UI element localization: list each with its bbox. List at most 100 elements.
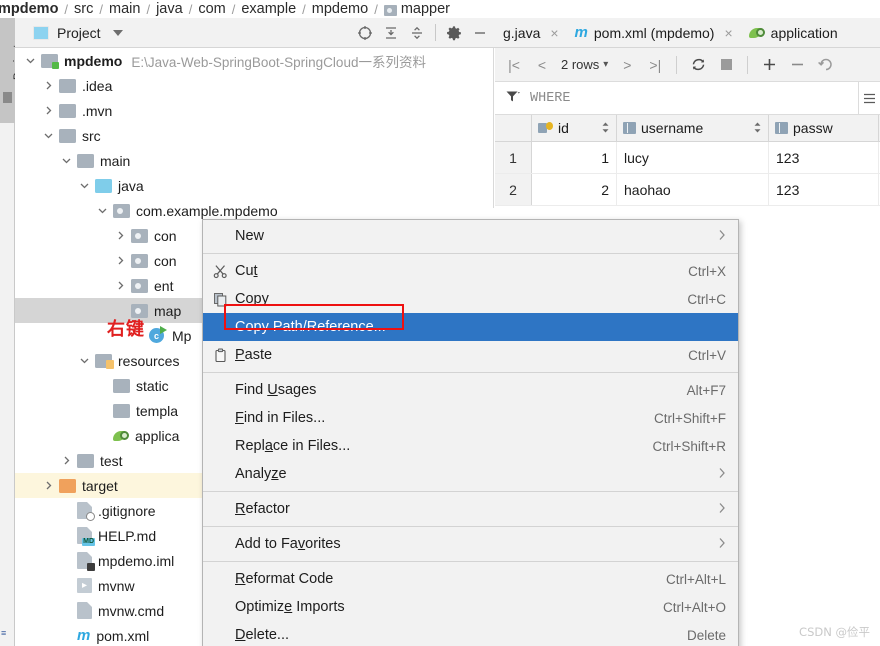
menu-item[interactable]: Copy Ctrl+C [203, 285, 738, 313]
table-cell[interactable]: 123 [769, 174, 879, 205]
menu-item[interactable]: Paste Ctrl+V [203, 341, 738, 369]
chevron-down-icon[interactable] [59, 148, 73, 173]
chevron-down-icon[interactable] [77, 173, 91, 198]
project-icon [33, 25, 49, 40]
breadcrumb-item-label: mpdemo [311, 1, 369, 17]
breadcrumb-separator: / [188, 1, 193, 17]
close-icon[interactable]: × [724, 25, 732, 41]
tree-node[interactable]: .mvn [15, 98, 495, 123]
hide-panel-icon[interactable] [467, 20, 493, 46]
table-cell[interactable]: 1 [532, 142, 617, 173]
expand-all-icon[interactable] [378, 20, 404, 46]
grid-body[interactable]: 1 1 lucy 123 2 2 haohao 123 [495, 142, 880, 206]
refresh-icon[interactable] [685, 52, 711, 78]
menu-item[interactable]: Delete... Delete [203, 621, 738, 646]
annotation-right-click: 右键 [107, 319, 145, 340]
chevron-right-icon [718, 536, 726, 552]
list-options-icon[interactable] [858, 82, 880, 114]
revert-icon[interactable] [812, 52, 838, 78]
editor-tab[interactable]: m pom.xml (mpdemo) × [567, 18, 741, 47]
filter-icon[interactable] [505, 89, 520, 107]
breadcrumb-item[interactable]: mapper [383, 1, 450, 17]
chevron-down-icon[interactable] [41, 123, 55, 148]
table-cell[interactable]: haohao [617, 174, 769, 205]
chevron-down-icon[interactable] [95, 198, 109, 223]
grid-column-header[interactable]: username [617, 115, 769, 141]
chevron-right-icon[interactable] [113, 223, 127, 248]
chevron-right-icon[interactable] [41, 73, 55, 98]
menu-item[interactable]: Refactor [203, 495, 738, 523]
folder-icon [113, 403, 130, 418]
grid-column-header[interactable]: id [532, 115, 617, 141]
menu-item[interactable]: Add to Favorites [203, 530, 738, 558]
menu-item[interactable]: Copy Path/Reference... [203, 313, 738, 341]
breadcrumb-item[interactable]: main [109, 1, 140, 17]
menu-item[interactable]: Optimize Imports Ctrl+Alt+O [203, 593, 738, 621]
breadcrumb-item[interactable]: mpdemo [312, 1, 368, 17]
chevron-down-icon[interactable] [23, 48, 37, 73]
menu-item[interactable]: Find in Files... Ctrl+Shift+F [203, 404, 738, 432]
tree-node[interactable]: main [15, 148, 495, 173]
prev-page-button[interactable]: < [529, 52, 555, 78]
table-row[interactable]: 2 2 haohao 123 [495, 174, 880, 206]
chevron-right-icon[interactable] [41, 473, 55, 498]
source-folder-icon [95, 178, 112, 193]
menu-item[interactable]: New [203, 222, 738, 250]
tool-window-tab-project[interactable]: Project [0, 18, 24, 123]
table-cell[interactable]: 2 [532, 174, 617, 205]
chevron-right-icon[interactable] [113, 248, 127, 273]
menu-item-label: Replace in Files... [235, 438, 351, 454]
tree-node[interactable]: java [15, 173, 495, 198]
breadcrumb-item[interactable]: mpdemo [0, 1, 58, 17]
tree-node[interactable]: mpdemo E:\Java-Web-SpringBoot-SpringCloud… [15, 48, 495, 73]
tree-node[interactable]: src [15, 123, 495, 148]
tree-scroll-track[interactable] [493, 48, 494, 208]
menu-item[interactable]: Replace in Files... Ctrl+Shift+R [203, 432, 738, 460]
chevron-down-icon[interactable] [112, 29, 123, 36]
add-row-icon[interactable] [756, 52, 782, 78]
menu-item-label: Optimize Imports [235, 599, 345, 615]
next-page-button[interactable]: > [614, 52, 640, 78]
menu-item[interactable]: Cut Ctrl+X [203, 257, 738, 285]
menu-item[interactable]: Find Usages Alt+F7 [203, 376, 738, 404]
left-tool-strip: Project ≡ [0, 18, 24, 646]
structure-tab-icon[interactable]: ≡ [1, 628, 13, 644]
table-row[interactable]: 1 1 lucy 123 [495, 142, 880, 174]
menu-item[interactable]: Analyze [203, 460, 738, 488]
locate-icon[interactable] [352, 20, 378, 46]
chevron-right-icon[interactable] [41, 98, 55, 123]
last-page-button[interactable]: >| [642, 52, 668, 78]
breadcrumb-item[interactable]: java [156, 1, 183, 17]
sort-indicator-icon[interactable] [601, 121, 610, 136]
tree-node-label: mpdemo [64, 52, 123, 69]
collapse-all-icon[interactable] [404, 20, 430, 46]
grid-column-header[interactable]: passw [769, 115, 879, 141]
tree-node-icon [59, 128, 76, 143]
first-page-button[interactable]: |< [501, 52, 527, 78]
breadcrumb-item[interactable]: com [198, 1, 225, 17]
close-icon[interactable]: × [550, 25, 558, 41]
tree-node-label: Mp [172, 327, 192, 344]
tree-node[interactable]: .idea [15, 73, 495, 98]
rows-count-dropdown[interactable]: 2 rows ▾ [557, 57, 612, 72]
breadcrumb-item[interactable]: example [241, 1, 296, 17]
stop-icon[interactable] [713, 52, 739, 78]
menu-item[interactable]: Reformat Code Ctrl+Alt+L [203, 565, 738, 593]
breadcrumb-separator: / [302, 1, 306, 17]
sort-indicator-icon[interactable] [753, 121, 762, 136]
database-filter-bar[interactable]: WHERE [495, 82, 880, 115]
chevron-down-icon[interactable] [77, 348, 91, 373]
menu-item-label: Delete... [235, 627, 290, 643]
breadcrumb-item[interactable]: src [74, 1, 93, 17]
chevron-right-icon[interactable] [59, 448, 73, 473]
editor-tab[interactable]: g.java × [495, 18, 567, 47]
tree-node-label: .mvn [82, 102, 113, 119]
table-cell[interactable]: lucy [617, 142, 769, 173]
remove-row-icon[interactable] [784, 52, 810, 78]
context-menu[interactable]: New Cut Ctrl+X Copy Ctrl+C Copy Path/Referenc… [202, 219, 739, 646]
table-cell[interactable]: 123 [769, 142, 879, 173]
chevron-right-icon[interactable] [113, 273, 127, 298]
editor-tab[interactable]: application [741, 18, 846, 47]
settings-gear-icon[interactable] [441, 20, 467, 46]
tree-node-icon [113, 378, 130, 393]
